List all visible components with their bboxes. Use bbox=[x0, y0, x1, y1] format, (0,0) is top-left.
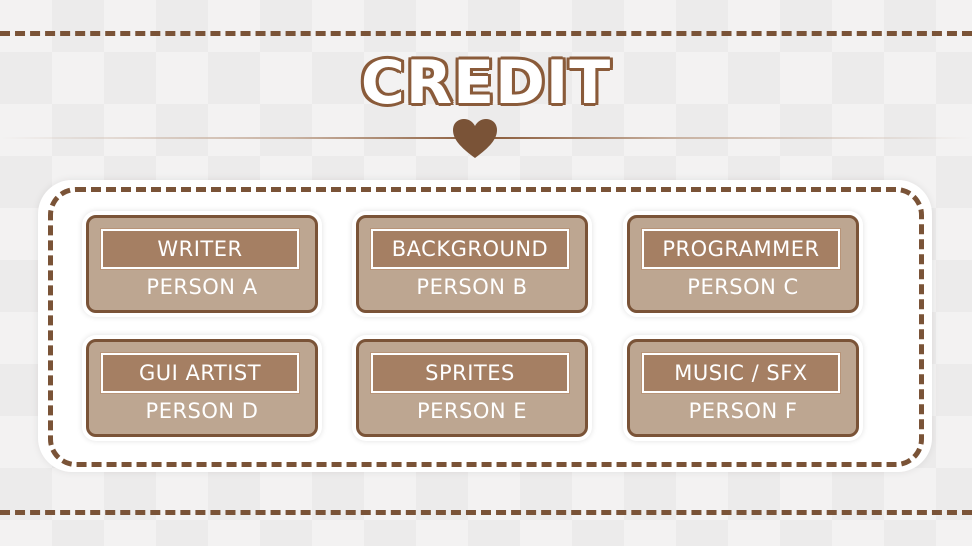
credit-person-name: PERSON F bbox=[688, 399, 798, 423]
credit-card-background: BACKGROUND PERSON B bbox=[356, 215, 588, 313]
heart-icon bbox=[453, 119, 497, 158]
credit-role-label: SPRITES bbox=[371, 353, 569, 393]
credit-person-name: PERSON E bbox=[416, 399, 528, 423]
credit-card-gui-artist: GUI ARTIST PERSON D bbox=[86, 339, 318, 437]
credit-person-name: PERSON B bbox=[416, 275, 528, 299]
credit-role-label: WRITER bbox=[101, 229, 299, 269]
credit-card-sprites: SPRITES PERSON E bbox=[356, 339, 588, 437]
top-dashed-border bbox=[0, 31, 972, 36]
credit-card-writer: WRITER PERSON A bbox=[86, 215, 318, 313]
credit-person-name: PERSON C bbox=[687, 275, 799, 299]
screen-title: CREDIT bbox=[360, 48, 612, 118]
credit-person-name: PERSON A bbox=[146, 275, 258, 299]
bottom-dashed-border bbox=[0, 510, 972, 515]
credit-card-programmer: PROGRAMMER PERSON C bbox=[627, 215, 859, 313]
credit-card-music-sfx: MUSIC / SFX PERSON F bbox=[627, 339, 859, 437]
credit-person-name: PERSON D bbox=[145, 399, 259, 423]
credit-role-label: MUSIC / SFX bbox=[642, 353, 840, 393]
credit-role-label: PROGRAMMER bbox=[642, 229, 840, 269]
credit-role-label: GUI ARTIST bbox=[101, 353, 299, 393]
credit-role-label: BACKGROUND bbox=[371, 229, 569, 269]
